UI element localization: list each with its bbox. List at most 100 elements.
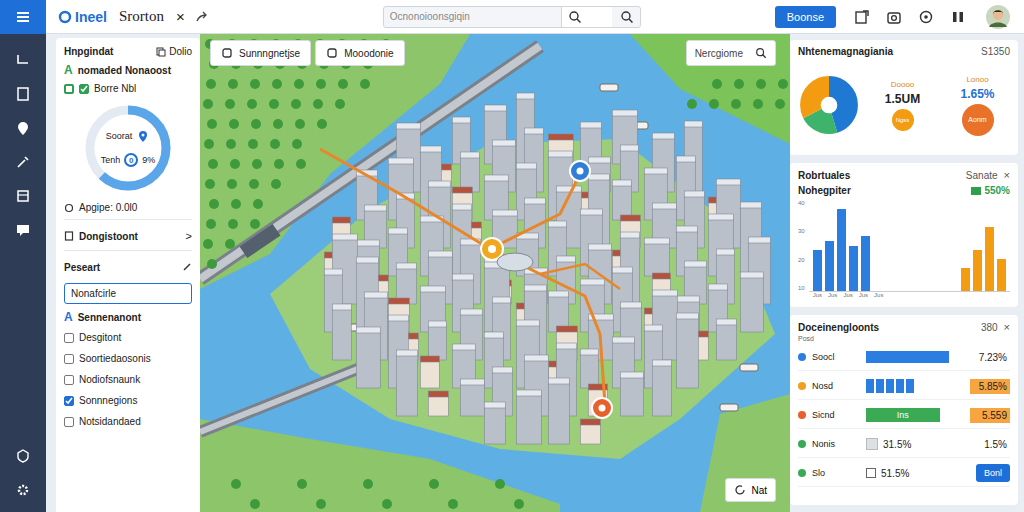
row-tag: Ins: [866, 408, 940, 422]
pin-icon[interactable]: [570, 161, 590, 181]
card-filter[interactable]: Sanate: [966, 170, 998, 181]
tree: [229, 119, 239, 129]
brand[interactable]: Ineel: [58, 9, 107, 25]
checkbox[interactable]: [64, 333, 74, 343]
avatar-icon[interactable]: [986, 5, 1010, 29]
x-tick: Jus: [874, 292, 883, 301]
map-button[interactable]: Nat: [725, 478, 776, 502]
shield-icon[interactable]: [15, 448, 31, 464]
stat-badge: Aonm: [962, 104, 994, 136]
document-icon[interactable]: [15, 86, 31, 102]
layers-icon[interactable]: [15, 52, 31, 68]
map[interactable]: SunnngnetjseMooodonie Nercgiome Nat: [200, 34, 790, 512]
building: [460, 379, 484, 416]
close-button[interactable]: ×: [1004, 321, 1010, 333]
stat-line: Apgipe: 0.0l0: [64, 202, 192, 213]
bar-segment: [886, 379, 894, 393]
tool-icon[interactable]: [15, 154, 31, 170]
chat-icon[interactable]: [15, 222, 31, 238]
tree: [360, 79, 370, 89]
card-subtitle: Posd: [798, 335, 1010, 342]
checkbox[interactable]: [866, 468, 876, 478]
row-label: Soocl: [812, 352, 860, 362]
list-item[interactable]: Soortiedaosonis: [64, 351, 192, 366]
primary-button[interactable]: Boonse: [775, 6, 836, 28]
building: [420, 286, 445, 332]
row-label: Nonis: [812, 439, 860, 449]
list-item[interactable]: Nodiofsnaunk: [64, 372, 192, 387]
search-icon[interactable]: [568, 10, 582, 24]
tree: [316, 499, 326, 509]
stat-text: Apgipe: 0.0l0: [79, 202, 137, 213]
external-icon[interactable]: [854, 9, 870, 25]
close-button[interactable]: ×: [176, 8, 185, 25]
chart-bar: [861, 236, 870, 291]
list-row[interactable]: Nosd5.85%: [798, 373, 1010, 400]
checkbox[interactable]: [64, 396, 74, 406]
row-button[interactable]: Bonl: [976, 464, 1010, 482]
donut-fill: [90, 110, 166, 186]
tree: [203, 99, 213, 109]
frame-icon[interactable]: [15, 188, 31, 204]
map-tab[interactable]: Mooodonie: [315, 40, 404, 66]
search-field[interactable]: Ocnonoioonsgiqin: [383, 6, 641, 28]
tree: [316, 79, 326, 89]
list-item-label: Desgitont: [79, 332, 121, 343]
nav-item[interactable]: Peseart: [64, 250, 192, 275]
map-search[interactable]: Nercgiome: [686, 40, 776, 66]
list-item[interactable]: Desgitont: [64, 330, 192, 345]
tree: [778, 79, 788, 89]
checkbox[interactable]: [79, 84, 89, 94]
list-item[interactable]: Sonnnegions: [64, 393, 192, 408]
panel-action[interactable]: Dolio: [156, 46, 192, 57]
list-row[interactable]: Nonis31.5%1.5%: [798, 431, 1010, 458]
map-canvas[interactable]: [200, 34, 790, 512]
land: [200, 419, 560, 512]
checkbox[interactable]: [64, 84, 74, 94]
pause-icon[interactable]: [950, 9, 966, 25]
row-value: 1.5%: [970, 437, 1010, 452]
tree: [203, 239, 213, 249]
donut-chart: SooratTenh09%: [80, 100, 176, 196]
text-input[interactable]: Nonafcirle: [64, 283, 192, 304]
nav-item[interactable]: Dongistoont>: [64, 219, 192, 244]
building: [516, 390, 541, 444]
tree: [448, 499, 458, 509]
pin-icon[interactable]: [15, 120, 31, 136]
checkbox[interactable]: [64, 417, 74, 427]
map-tab[interactable]: Sunnngnetjse: [210, 40, 311, 66]
status-dot: [798, 353, 806, 361]
share-icon[interactable]: [195, 10, 209, 24]
row-box: [866, 438, 878, 450]
check-item[interactable]: Borre Nbl: [64, 83, 192, 94]
close-button[interactable]: ×: [1004, 169, 1010, 181]
stat-value: 1.65%: [960, 87, 994, 101]
list-row[interactable]: SicndIns5.559: [798, 402, 1010, 429]
checkbox[interactable]: [64, 354, 74, 364]
tree: [495, 479, 505, 489]
tree: [251, 119, 261, 129]
settings-icon[interactable]: [918, 9, 934, 25]
search-icon[interactable]: [620, 10, 634, 24]
legend-label: 550%: [984, 185, 1010, 196]
list-row[interactable]: Slo51.5%Bonl: [798, 460, 1010, 487]
chart-bar: [973, 250, 982, 291]
list-row[interactable]: Soocl7.23%: [798, 344, 1010, 371]
list-item-label: Soortiedaosonis: [79, 353, 151, 364]
tab-icon: [326, 47, 338, 59]
menu-button[interactable]: [0, 0, 46, 34]
tree: [753, 99, 763, 109]
checkbox[interactable]: [64, 375, 74, 385]
tree: [272, 79, 282, 89]
row-value: 5.559: [970, 408, 1010, 423]
panel-title: Hnpgindat: [64, 46, 113, 57]
chart-bar: [837, 209, 846, 291]
pin-icon[interactable]: [592, 398, 612, 418]
list-item[interactable]: Notsidandaed: [64, 414, 192, 429]
tree: [687, 99, 697, 109]
camera-icon[interactable]: [886, 9, 902, 25]
y-tick: 10: [798, 285, 805, 291]
tree: [204, 139, 214, 149]
app-title: Srorton: [119, 8, 164, 25]
gear-icon[interactable]: [15, 482, 31, 498]
